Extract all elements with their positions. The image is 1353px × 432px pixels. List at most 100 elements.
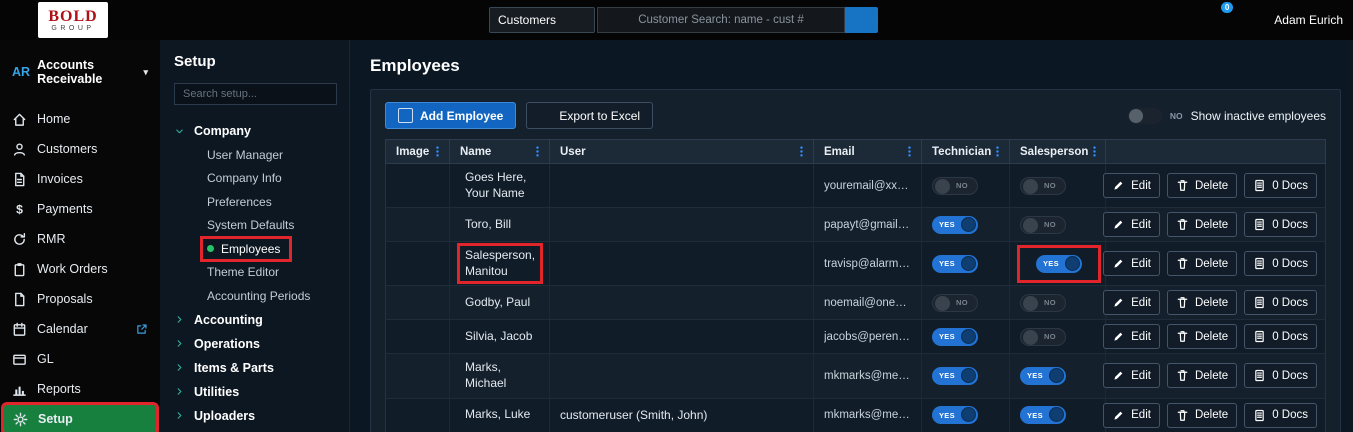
edit-button[interactable]: Edit: [1103, 402, 1160, 428]
column-header-email[interactable]: Email: [814, 140, 922, 163]
docs-button[interactable]: 0 Docs: [1244, 363, 1317, 389]
sidebar-item-reports[interactable]: Reports: [0, 374, 160, 404]
setup-group-company[interactable]: Company: [174, 119, 337, 143]
setup-item-company-info[interactable]: Company Info: [174, 167, 337, 191]
edit-button[interactable]: Edit: [1103, 212, 1160, 238]
setup-group-accounting[interactable]: Accounting: [174, 308, 337, 332]
docs-button[interactable]: 0 Docs: [1244, 251, 1317, 277]
salesperson-toggle[interactable]: YES: [1020, 406, 1066, 425]
add-employee-button[interactable]: Add Employee: [385, 102, 517, 129]
search-context-select[interactable]: Customers: [489, 7, 595, 33]
setup-group-exports[interactable]: Exports: [174, 428, 337, 432]
dollar-icon: $: [12, 202, 27, 217]
delete-button[interactable]: Delete: [1166, 402, 1238, 428]
setup-group-uploaders[interactable]: Uploaders: [174, 404, 337, 428]
pencil-icon: [1112, 179, 1125, 192]
delete-button[interactable]: Delete: [1166, 251, 1238, 277]
technician-toggle[interactable]: YES: [932, 327, 978, 346]
technician-toggle[interactable]: NO: [932, 176, 978, 195]
sidebar-item-setup[interactable]: Setup: [4, 405, 156, 432]
technician-toggle[interactable]: NO: [932, 293, 978, 312]
salesperson-toggle[interactable]: NO: [1020, 327, 1066, 346]
setup-item-system-defaults[interactable]: System Defaults: [174, 214, 337, 238]
edit-button[interactable]: Edit: [1103, 324, 1160, 350]
table-header-row: Image Name User Email Technician Salesperson: [385, 139, 1326, 164]
setup-item-preferences[interactable]: Preferences: [174, 190, 337, 214]
setup-item-employees[interactable]: Employees: [174, 237, 337, 261]
technician-toggle[interactable]: YES: [932, 366, 978, 385]
show-inactive-toggle[interactable]: [1127, 107, 1162, 124]
gear-icon: [13, 412, 28, 427]
edit-button[interactable]: Edit: [1103, 251, 1160, 277]
technician-toggle[interactable]: YES: [932, 406, 978, 425]
edit-button[interactable]: Edit: [1103, 290, 1160, 316]
edit-button[interactable]: Edit: [1103, 173, 1160, 199]
delete-button[interactable]: Delete: [1166, 212, 1238, 238]
app-root: BOLD GROUP Customers 0 Adam Eurich: [0, 0, 1353, 432]
docs-button[interactable]: 0 Docs: [1244, 290, 1317, 316]
doc-icon: [12, 292, 27, 307]
help-icon[interactable]: [1175, 11, 1193, 29]
docs-button[interactable]: 0 Docs: [1244, 324, 1317, 350]
salesperson-toggle[interactable]: YES: [1020, 366, 1066, 385]
docfile-icon: [1253, 257, 1266, 270]
salesperson-toggle[interactable]: NO: [1020, 176, 1066, 195]
column-header-technician[interactable]: Technician: [922, 140, 1010, 163]
setup-item-user-manager[interactable]: User Manager: [174, 143, 337, 167]
salesperson-toggle[interactable]: NO: [1020, 215, 1066, 234]
employee-image-cell: [386, 354, 450, 398]
sidebar-item-rmr[interactable]: RMR: [0, 224, 160, 254]
setup-item-theme-editor[interactable]: Theme Editor: [174, 261, 337, 285]
customer-search-input[interactable]: [597, 7, 845, 33]
salesperson-toggle[interactable]: NO: [1020, 293, 1066, 312]
column-header-salesperson[interactable]: Salesperson: [1010, 140, 1106, 163]
chevron-right-icon: [174, 314, 185, 325]
delete-button[interactable]: Delete: [1166, 363, 1238, 389]
toggle-state-label: YES: [939, 220, 955, 230]
setup-search-input[interactable]: [174, 83, 337, 105]
employee-name: Godby, Paul: [465, 295, 531, 310]
row-actions-cell: Edit Delete 0 Docs: [1103, 164, 1325, 207]
delete-button[interactable]: Delete: [1166, 173, 1238, 199]
docs-button[interactable]: 0 Docs: [1244, 212, 1317, 238]
docs-button[interactable]: 0 Docs: [1244, 402, 1317, 428]
edit-button[interactable]: Edit: [1103, 363, 1160, 389]
sidebar-item-home[interactable]: Home: [0, 104, 160, 134]
docs-button[interactable]: 0 Docs: [1244, 173, 1317, 199]
sidebar-item-customers[interactable]: Customers: [0, 134, 160, 164]
setup-item-accounting-periods[interactable]: Accounting Periods: [174, 284, 337, 308]
technician-toggle[interactable]: YES: [932, 254, 978, 273]
salesperson-toggle[interactable]: YES: [1036, 254, 1082, 273]
employee-email-cell: youremail@xxxxx...: [814, 164, 922, 208]
sidebar-item-invoices[interactable]: Invoices: [0, 164, 160, 194]
sidebar-item-gl[interactable]: GL: [0, 344, 160, 374]
user-avatar-icon[interactable]: [1241, 11, 1259, 29]
delete-button[interactable]: Delete: [1166, 324, 1238, 350]
column-header-user[interactable]: User: [550, 140, 814, 163]
setup-group-items-parts[interactable]: Items & Parts: [174, 356, 337, 380]
chevron-right-icon: [174, 410, 185, 421]
setup-item-inner: Company Info: [203, 168, 291, 188]
export-excel-button[interactable]: Export to Excel: [526, 102, 654, 129]
delete-button[interactable]: Delete: [1166, 290, 1238, 316]
sidebar-item-proposals[interactable]: Proposals: [0, 284, 160, 314]
toggle-knob: [961, 407, 976, 423]
sidebar-item-calendar[interactable]: Calendar: [0, 314, 160, 344]
technician-toggle[interactable]: YES: [932, 215, 978, 234]
column-header-image[interactable]: Image: [386, 140, 450, 163]
app-switcher[interactable]: AR Accounts Receivable ▾: [0, 42, 160, 96]
column-header-name[interactable]: Name: [450, 140, 550, 163]
toggle-knob: [961, 328, 976, 344]
sidebar-item-payments[interactable]: $ Payments: [0, 194, 160, 224]
setup-group-operations[interactable]: Operations: [174, 332, 337, 356]
table-row: Marks, Michael mkmarks@me.com YES YES Edit De…: [385, 354, 1326, 399]
sidebar-item-work-orders[interactable]: Work Orders: [0, 254, 160, 284]
employee-user-cell: [550, 208, 814, 242]
action-label: Delete: [1194, 296, 1229, 309]
setup-group-utilities[interactable]: Utilities: [174, 380, 337, 404]
setup-tree: Company User Manager Company Info Preferenc…: [174, 119, 337, 432]
notifications-button[interactable]: 0: [1208, 1, 1234, 32]
column-header-label: Email: [824, 145, 855, 158]
toggle-state-label: NO: [956, 298, 968, 308]
search-button[interactable]: [845, 7, 878, 33]
